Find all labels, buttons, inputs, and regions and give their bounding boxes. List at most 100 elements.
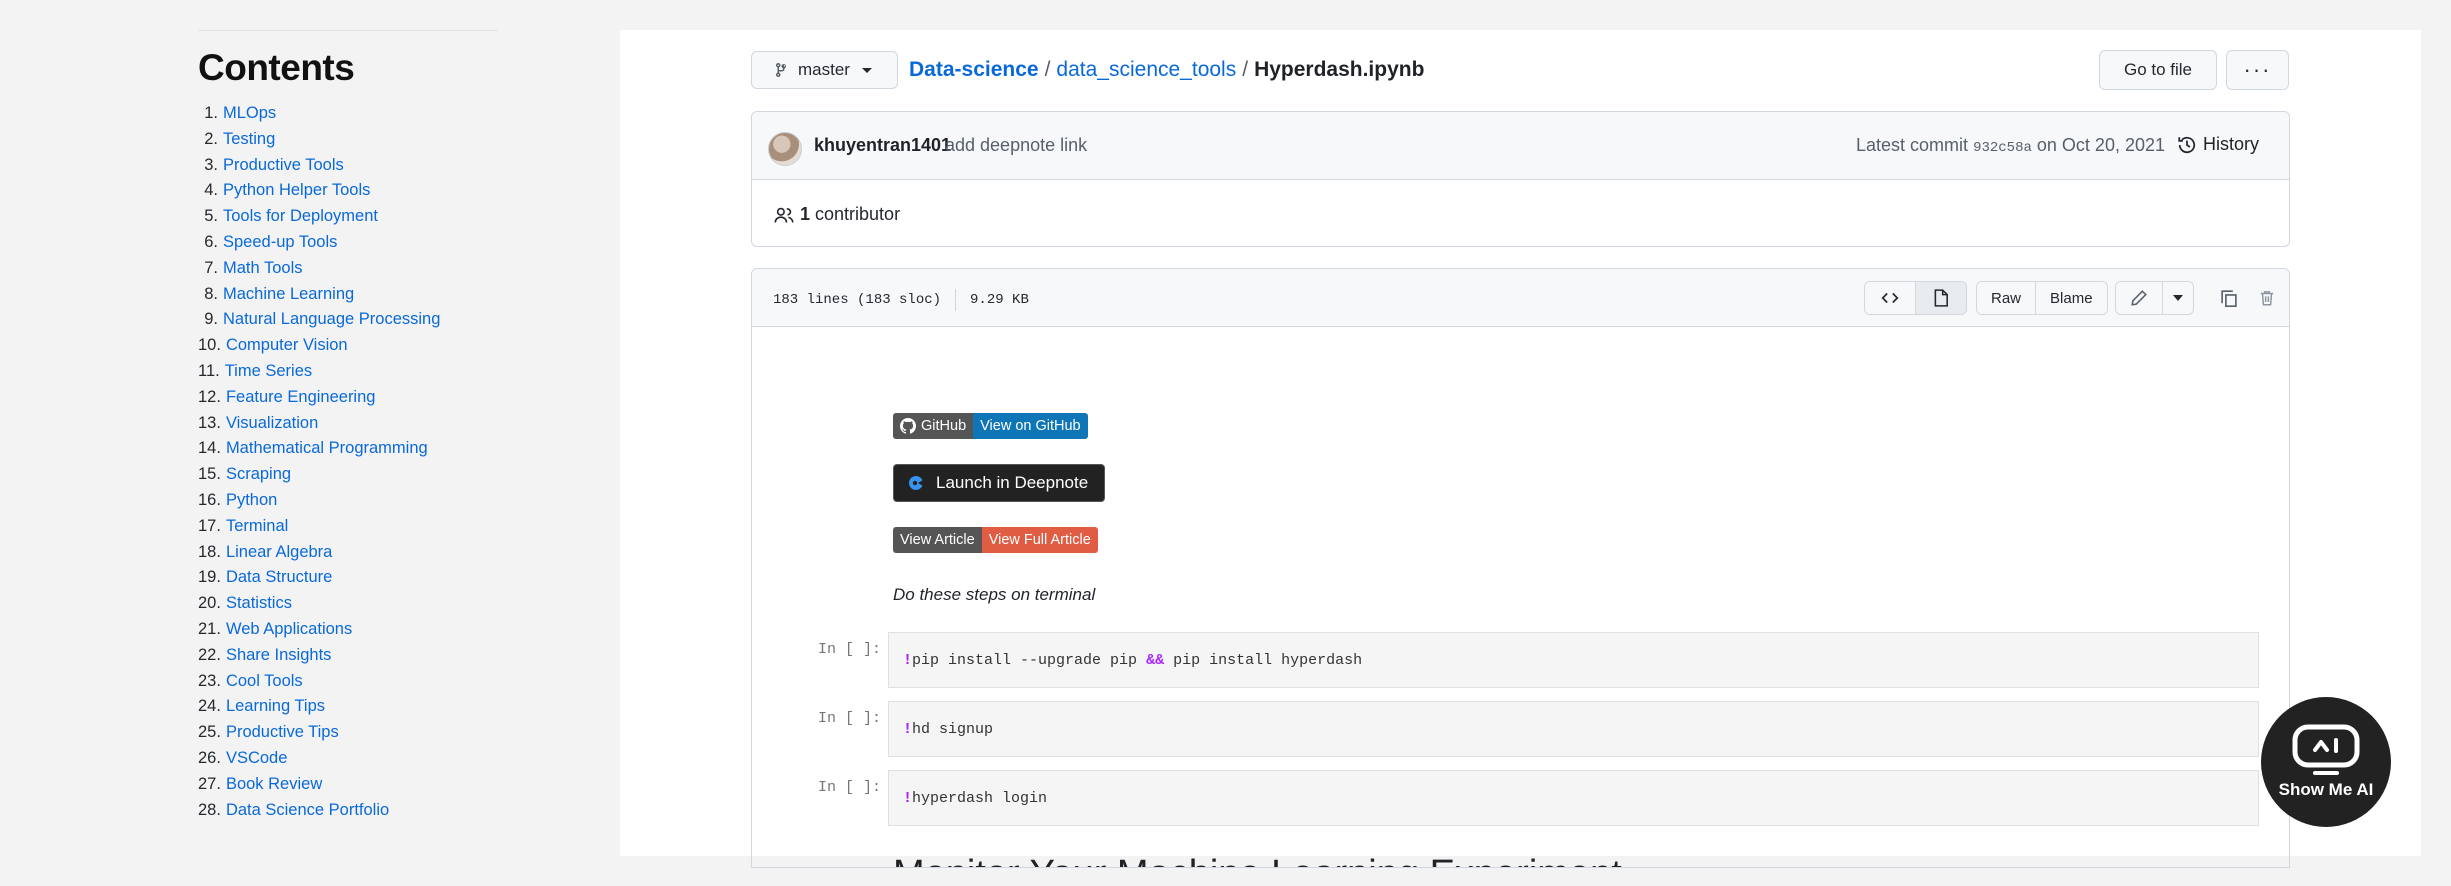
toc-item-number: 13.: [198, 413, 221, 432]
copy-raw-button[interactable]: [2217, 286, 2241, 310]
edit-file-button[interactable]: [2116, 282, 2163, 314]
toc-link[interactable]: Machine Learning: [223, 285, 354, 303]
avatar[interactable]: [768, 132, 802, 166]
steps-text: Do these steps on terminal: [893, 585, 1096, 604]
branch-selector-button[interactable]: master: [751, 51, 898, 89]
toc-item-number: 26.: [198, 748, 221, 767]
code-cell[interactable]: ! pip install --upgrade pip && pip instal…: [888, 632, 2259, 688]
preview-view-button[interactable]: [1916, 282, 1966, 314]
show-me-ai-button[interactable]: Show Me AI: [2261, 697, 2391, 827]
contributors-row[interactable]: 1 contributor: [774, 204, 900, 225]
toc-item: 11. Time Series: [198, 359, 498, 385]
toc-item-number: 24.: [198, 697, 221, 716]
toc-link[interactable]: Computer Vision: [226, 336, 348, 354]
toc-link[interactable]: Tools for Deployment: [223, 207, 378, 225]
branch-name: master: [798, 60, 850, 79]
toc-item-number: 7.: [204, 258, 218, 277]
toc-link[interactable]: Data Science Portfolio: [226, 801, 389, 819]
article-badge-left: View Article: [893, 527, 982, 553]
cell-code: hd signup: [912, 720, 994, 738]
latest-commit-info: Latest commit 932c58a on Oct 20, 2021: [1856, 135, 2165, 156]
toc-link[interactable]: Python Helper Tools: [223, 181, 370, 199]
toc-link[interactable]: Scraping: [226, 465, 291, 483]
delete-file-button[interactable]: [2255, 286, 2279, 310]
toc-item-number: 11.: [198, 361, 220, 380]
toc-link[interactable]: Book Review: [226, 775, 322, 793]
file-header: 183 lines (183 sloc) 9.29 KB Raw Blame: [752, 269, 2289, 327]
toc-link[interactable]: Mathematical Programming: [226, 439, 428, 457]
file-info: 183 lines (183 sloc) 9.29 KB: [773, 289, 1029, 311]
article-badge[interactable]: View Article View Full Article: [893, 527, 1098, 553]
toc-item-number: 9.: [204, 310, 218, 329]
toc-link[interactable]: Math Tools: [223, 259, 303, 277]
go-to-file-button[interactable]: Go to file: [2099, 50, 2217, 90]
toc-link[interactable]: Data Structure: [226, 568, 332, 586]
cell-code: pip install --upgrade pip: [912, 651, 1147, 669]
edit-options-dropdown[interactable]: [2163, 282, 2193, 314]
toc-link[interactable]: Statistics: [226, 594, 292, 612]
toc-link[interactable]: Productive Tools: [223, 156, 344, 174]
cell-prompt: In [ ]:: [818, 779, 882, 796]
code-icon: [1881, 292, 1899, 304]
toc-item-number: 27.: [198, 774, 221, 793]
file-info-divider: [955, 289, 957, 311]
toc-link[interactable]: Natural Language Processing: [223, 310, 440, 328]
toc-link[interactable]: Share Insights: [226, 646, 331, 664]
toc-link[interactable]: VSCode: [226, 749, 287, 767]
toc-link[interactable]: Terminal: [226, 517, 288, 535]
breadcrumb-folder-link[interactable]: data_science_tools: [1056, 58, 1236, 81]
file-size: 9.29 KB: [970, 292, 1029, 308]
toc-item: 23. Cool Tools: [198, 669, 498, 695]
toc-link[interactable]: Speed-up Tools: [223, 233, 337, 251]
history-link[interactable]: History: [2177, 134, 2259, 155]
toc-link[interactable]: Cool Tools: [226, 672, 303, 690]
cell-prompt: In [ ]:: [818, 641, 882, 658]
history-icon: [2178, 136, 2196, 153]
toc-link[interactable]: Learning Tips: [226, 697, 325, 715]
toc-item-number: 15.: [198, 465, 221, 484]
code-view-button[interactable]: [1865, 282, 1916, 314]
toc-link[interactable]: Visualization: [226, 414, 318, 432]
toc-link[interactable]: MLOps: [223, 104, 276, 122]
toc-item-number: 10.: [198, 336, 221, 355]
toc-item: 21. Web Applications: [198, 617, 498, 643]
breadcrumb-file-name: Hyperdash.ipynb: [1254, 58, 1425, 81]
view-mode-toggle: [1864, 281, 1967, 315]
code-cell[interactable]: ! hd signup: [888, 701, 2259, 757]
breadcrumb-separator: /: [1242, 58, 1249, 81]
launch-deepnote-button[interactable]: Launch in Deepnote: [893, 464, 1105, 502]
commit-sha-link[interactable]: 932c58a: [1973, 140, 2032, 156]
toc-item: 26. VSCode: [198, 746, 498, 772]
toc-link[interactable]: Python: [226, 491, 277, 509]
raw-button[interactable]: Raw: [1977, 282, 2037, 314]
more-options-button[interactable]: ···: [2226, 50, 2289, 90]
toc-item: 17. Terminal: [198, 514, 498, 540]
toc-link[interactable]: Linear Algebra: [226, 543, 332, 561]
code-cell[interactable]: ! hyperdash login: [888, 770, 2259, 826]
toc-item-number: 22.: [198, 645, 221, 664]
toc-link[interactable]: Testing: [223, 130, 275, 148]
toc-item: 18. Linear Algebra: [198, 540, 498, 566]
cell-code: pip install hyperdash: [1164, 651, 1363, 669]
toc-item: 2. Testing: [198, 127, 498, 153]
commit-header: khuyentran1401 add deepnote link Latest …: [752, 112, 2289, 180]
github-badge[interactable]: GitHub View on GitHub: [893, 413, 1088, 439]
breadcrumb-repo-link[interactable]: Data-science: [909, 58, 1039, 81]
toc-link[interactable]: Feature Engineering: [226, 388, 376, 406]
commit-message-link[interactable]: add deepnote link: [945, 135, 1087, 156]
github-badge-left-text: GitHub: [921, 418, 967, 434]
toc-link[interactable]: Web Applications: [226, 620, 352, 638]
git-branch-icon: [776, 62, 786, 78]
toc-item-number: 3.: [204, 155, 218, 174]
shell-magic: !: [903, 720, 913, 738]
toc-item-number: 2.: [204, 129, 218, 148]
toc-link[interactable]: Time Series: [225, 362, 312, 380]
file-viewer: 183 lines (183 sloc) 9.29 KB Raw Blame G…: [751, 268, 2290, 868]
edit-group: [2115, 281, 2194, 315]
toc-link[interactable]: Productive Tips: [226, 723, 339, 741]
commit-author-link[interactable]: khuyentran1401: [814, 135, 951, 156]
cell-prompt: In [ ]:: [818, 710, 882, 727]
commit-date: on Oct 20, 2021: [2036, 135, 2165, 155]
contributors-label: contributor: [815, 204, 901, 224]
blame-button[interactable]: Blame: [2036, 282, 2107, 314]
